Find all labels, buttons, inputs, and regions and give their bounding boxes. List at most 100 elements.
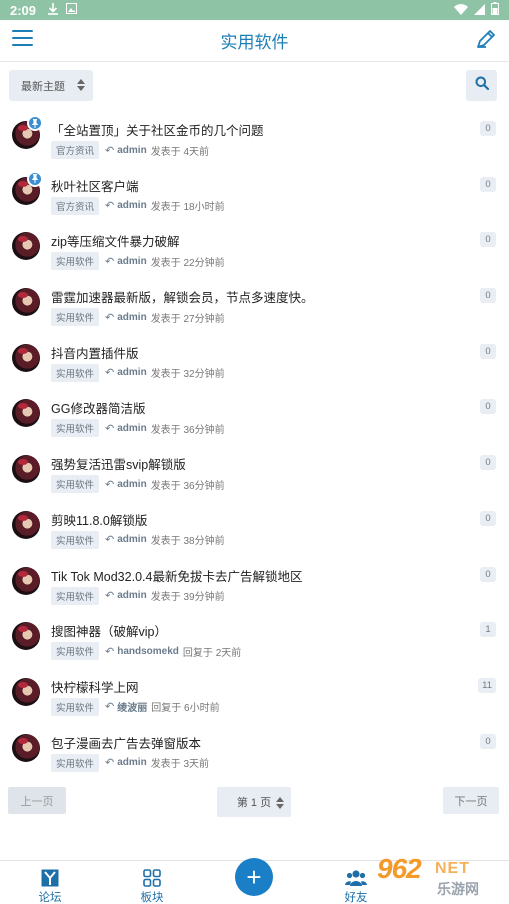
author-name[interactable]: admin (117, 479, 146, 490)
thread-title[interactable]: 雷霆加速器最新版，解锁会员，节点多速度快。 (51, 287, 314, 306)
avatar[interactable] (12, 288, 40, 317)
thread-row[interactable]: zip等压缩文件暴力破解 实用软件 ↶ admin 发表于 22分钟前 0 (0, 222, 509, 278)
post-time: 回复于 2天前 (182, 647, 242, 659)
author-name[interactable]: admin (117, 590, 146, 601)
thread-row[interactable]: 雷霆加速器最新版，解锁会员，节点多速度快。 实用软件 ↶ admin 发表于 2… (0, 278, 509, 334)
author-name[interactable]: 绫波丽 (117, 699, 147, 714)
tab-forum[interactable]: 论坛 (20, 869, 80, 904)
thread-title[interactable]: 抖音内置插件版 (51, 343, 139, 362)
plus-icon: + (246, 862, 262, 892)
thread-row[interactable]: 快柠檬科学上网 实用软件 ↶ 绫波丽 回复于 6小时前 11 (0, 668, 509, 724)
reply-icon: ↶ (105, 367, 115, 380)
reply-icon: ↶ (105, 478, 115, 491)
thread-title[interactable]: zip等压缩文件暴力破解 (51, 231, 179, 250)
category-tag[interactable]: 实用软件 (51, 642, 100, 661)
reply-count-badge: 11 (478, 677, 496, 693)
reply-icon: ↶ (105, 311, 115, 324)
post-time: 发表于 3天前 (150, 759, 210, 771)
avatar[interactable] (12, 232, 40, 261)
thread-row[interactable]: 包子漫画去广告去弹窗版本 实用软件 ↶ admin 发表于 3天前 0 (0, 724, 509, 780)
avatar[interactable] (12, 343, 40, 372)
avatar[interactable] (12, 510, 40, 539)
thread-meta: 实用软件 ↶ admin 发表于 22分钟前 (51, 252, 225, 271)
post-time: 回复于 6小时前 (151, 703, 220, 715)
thread-row[interactable]: 搜图神器（破解vip） 实用软件 ↶ handsomekd 回复于 2天前 1 (0, 612, 509, 668)
author-name[interactable]: admin (117, 757, 146, 768)
reply-icon: ↶ (105, 701, 115, 714)
watermark-net: NET (435, 860, 470, 877)
thread-title[interactable]: 「全站置顶」关于社区金币的几个问题 (51, 120, 264, 139)
thread-title[interactable]: 强势复活迅雷svip解锁版 (51, 454, 186, 473)
tab-boards-label: 板块 (140, 892, 164, 904)
avatar[interactable] (12, 733, 40, 762)
thread-row[interactable]: 剪映11.8.0解锁版 实用软件 ↶ admin 发表于 38分钟前 0 (0, 501, 509, 557)
thread-row[interactable]: Tik Tok Mod32.0.4最新免拔卡去广告解锁地区 实用软件 ↶ adm… (0, 557, 509, 613)
thread-title[interactable]: GG修改器简洁版 (51, 398, 145, 417)
author-name[interactable]: admin (117, 312, 146, 323)
menu-icon[interactable] (12, 30, 33, 48)
app-bar: 实用软件 (0, 20, 509, 62)
thread-meta: 实用软件 ↶ admin 发表于 32分钟前 (51, 363, 225, 382)
avatar[interactable] (12, 677, 40, 706)
avatar[interactable] (12, 566, 40, 595)
author-name[interactable]: admin (117, 256, 146, 267)
category-tag[interactable]: 实用软件 (51, 252, 100, 271)
category-tag[interactable]: 实用软件 (51, 530, 100, 549)
thread-row[interactable]: 强势复活迅雷svip解锁版 实用软件 ↶ admin 发表于 36分钟前 0 (0, 445, 509, 501)
page-title: 实用软件 (220, 33, 289, 52)
avatar[interactable] (12, 622, 40, 651)
sort-arrows-icon (77, 79, 85, 94)
sort-select[interactable]: 最新主题 (9, 70, 93, 101)
thread-meta: 实用软件 ↶ admin 发表于 38分钟前 (51, 530, 225, 549)
thread-title[interactable]: 包子漫画去广告去弹窗版本 (51, 733, 201, 752)
author-name[interactable]: admin (117, 423, 146, 434)
thread-title[interactable]: 快柠檬科学上网 (51, 677, 139, 696)
author-name[interactable]: handsomekd (117, 646, 179, 657)
category-tag[interactable]: 实用软件 (51, 308, 100, 327)
post-time: 发表于 36分钟前 (150, 480, 225, 492)
thread-meta: 实用软件 ↶ admin 发表于 27分钟前 (51, 308, 225, 327)
avatar[interactable] (12, 399, 40, 428)
category-tag[interactable]: 实用软件 (51, 753, 100, 772)
category-tag[interactable]: 实用软件 (51, 475, 100, 494)
author-name[interactable]: admin (117, 534, 146, 545)
thread-meta: 实用软件 ↶ handsomekd 回复于 2天前 (51, 642, 242, 661)
page-select[interactable]: 第 1 页 (217, 787, 291, 817)
author-name[interactable]: admin (117, 200, 146, 211)
thread-meta: 实用软件 ↶ admin 发表于 36分钟前 (51, 419, 225, 438)
compose-icon[interactable] (475, 28, 497, 55)
tab-boards[interactable]: 板块 (122, 869, 182, 904)
post-time: 发表于 18小时前 (150, 202, 225, 214)
avatar[interactable] (12, 455, 40, 484)
reply-icon: ↶ (105, 645, 115, 658)
prev-page-button[interactable]: 上一页 (8, 787, 66, 814)
thread-row[interactable]: 「全站置顶」关于社区金币的几个问题 官方资讯 ↶ admin 发表于 4天前 0 (0, 111, 509, 167)
author-name[interactable]: admin (117, 367, 146, 378)
watermark-logo: 962 NET 乐游网 (373, 853, 503, 901)
thread-row[interactable]: 秋叶社区客户端 官方资讯 ↶ admin 发表于 18小时前 0 (0, 167, 509, 223)
category-tag[interactable]: 官方资讯 (51, 141, 100, 159)
thread-row[interactable]: 抖音内置插件版 实用软件 ↶ admin 发表于 32分钟前 0 (0, 334, 509, 390)
author-name[interactable]: admin (117, 145, 146, 156)
category-tag[interactable]: 实用软件 (51, 586, 100, 605)
reply-count-badge: 0 (480, 232, 496, 248)
category-tag[interactable]: 实用软件 (51, 363, 100, 382)
search-button[interactable] (466, 70, 497, 101)
reply-icon: ↶ (105, 200, 115, 213)
reply-count-badge: 0 (480, 733, 496, 749)
category-tag[interactable]: 实用软件 (51, 419, 100, 438)
category-tag[interactable]: 实用软件 (51, 697, 100, 716)
status-bar: 2:09 (0, 0, 509, 20)
reply-count-badge: 0 (480, 455, 496, 471)
next-page-button[interactable]: 下一页 (443, 787, 499, 814)
sort-select-label: 最新主题 (21, 80, 65, 93)
thread-meta: 官方资讯 ↶ admin 发表于 4天前 (51, 141, 209, 159)
thread-title[interactable]: 剪映11.8.0解锁版 (51, 510, 147, 529)
thread-title[interactable]: Tik Tok Mod32.0.4最新免拔卡去广告解锁地区 (51, 566, 302, 585)
new-post-fab[interactable]: + (235, 858, 273, 896)
category-tag[interactable]: 官方资讯 (51, 196, 100, 215)
thread-row[interactable]: GG修改器简洁版 实用软件 ↶ admin 发表于 36分钟前 0 (0, 389, 509, 445)
thread-title[interactable]: 秋叶社区客户端 (51, 176, 139, 195)
image-icon (66, 3, 78, 17)
thread-title[interactable]: 搜图神器（破解vip） (51, 621, 167, 640)
